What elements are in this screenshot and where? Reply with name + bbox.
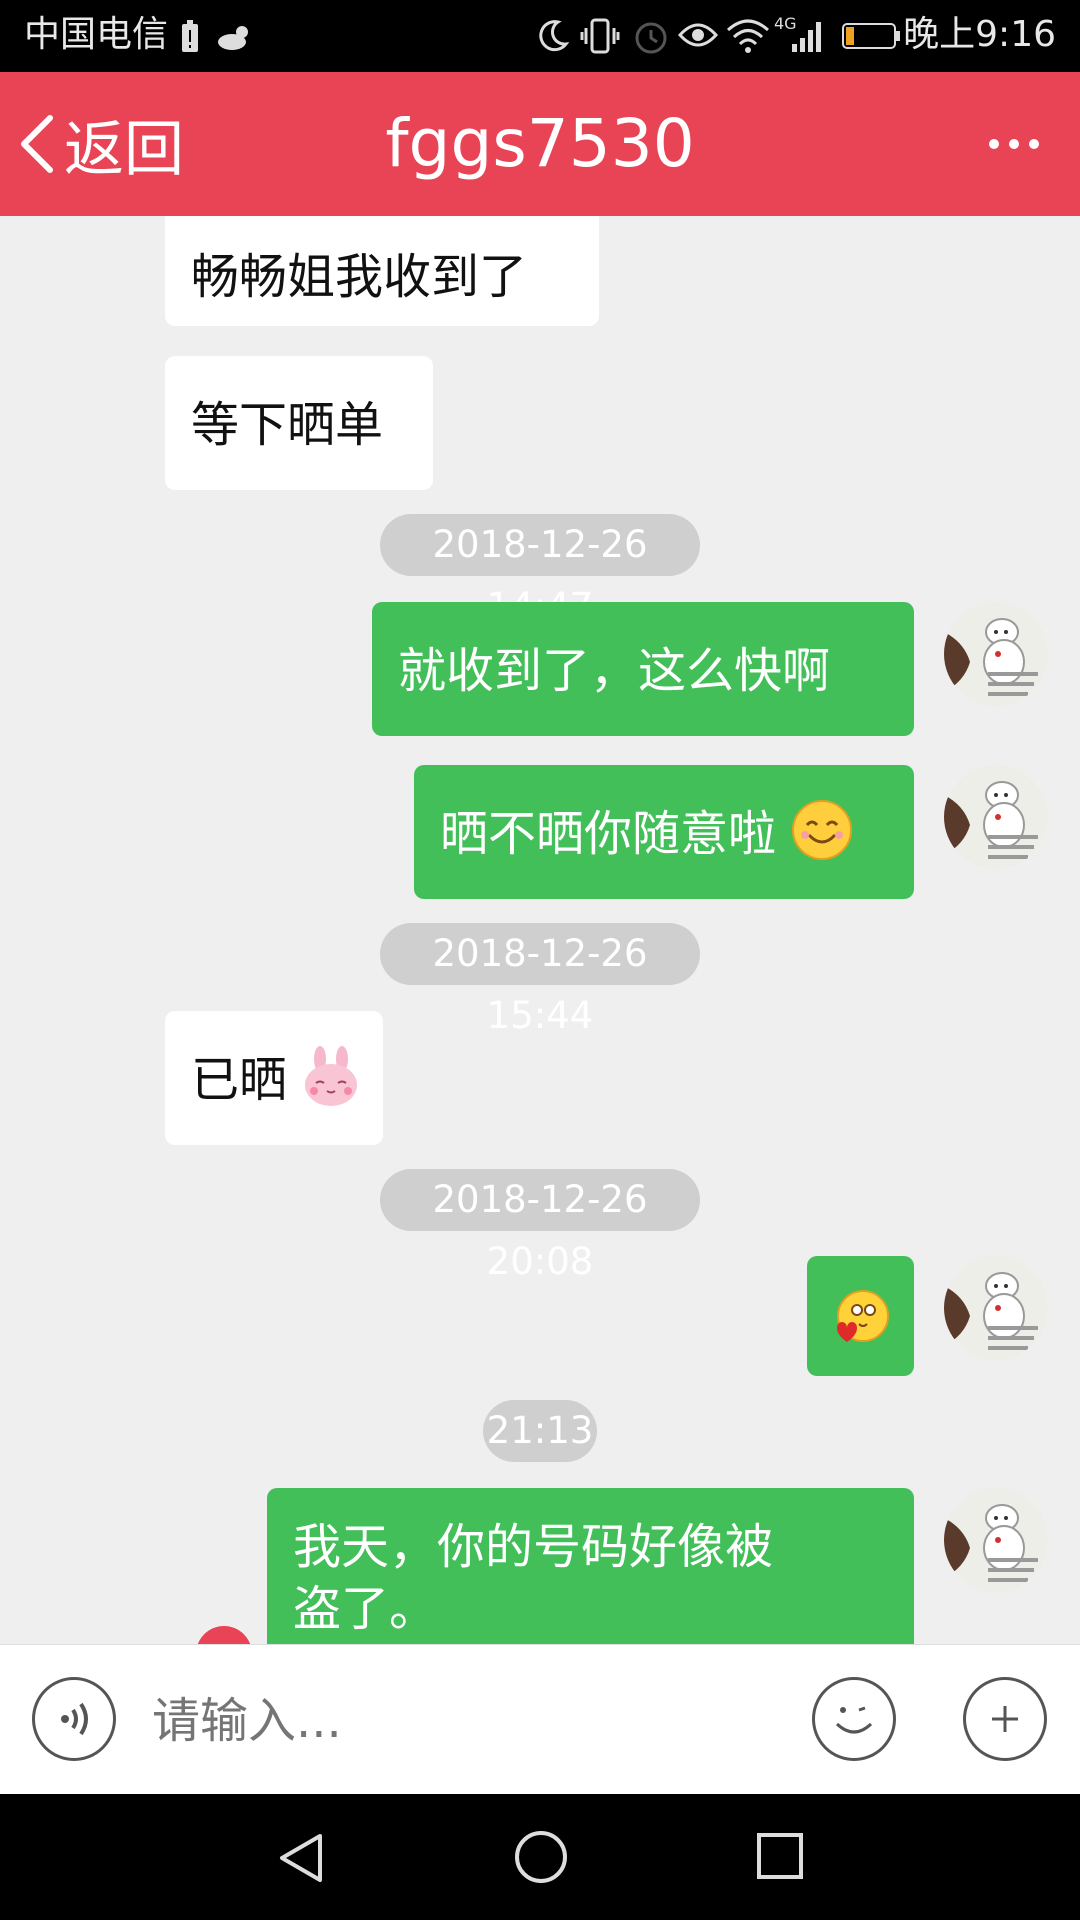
avatar[interactable] [944,765,1048,869]
outgoing-message[interactable]: 晒不晒你随意啦 [414,765,914,899]
status-bar: 中国电信 4G 晚上9:16 [0,0,1080,72]
moon-icon [539,20,570,52]
avatar[interactable] [944,1256,1048,1360]
send-failed-indicator[interactable] [196,1626,252,1644]
weather-icon [218,26,248,50]
chat-title: fggs7530 [385,105,695,182]
message-text: 等下晒单 [191,397,384,453]
message-text-line: 我天，你的号码好像被 [293,1519,774,1575]
vibrate-icon [580,18,620,54]
carrier-label: 中国电信 [24,14,169,55]
incoming-message[interactable]: 等下晒单 [165,356,433,490]
voice-icon [61,1702,88,1736]
wifi-icon [726,19,770,53]
eye-icon [678,23,718,47]
avatar[interactable] [944,1488,1048,1592]
message-list[interactable]: 畅畅姐我收到了 等下晒单 2018-12-26 14:47 就收到了，这么快啊 … [0,216,1080,1644]
timestamp-text: 2018-12-26 15:44 [432,932,648,1037]
timestamp-text: 2018-12-26 20:08 [432,1178,648,1283]
alarm-icon [635,22,667,54]
signal-icon [792,22,821,52]
timestamp-pill: 2018-12-26 15:44 [380,923,700,1037]
message-text: 就收到了，这么快啊 [398,643,831,699]
outgoing-message[interactable] [807,1256,914,1376]
avatar-image [944,1488,1048,1592]
smile-emoji-icon [792,800,853,860]
incoming-message[interactable]: 已晒 [165,1011,383,1145]
plus-button[interactable] [963,1677,1047,1761]
input-bar [0,1644,1080,1795]
timestamp-pill: 2018-12-26 14:47 [380,514,700,628]
battery-icon [842,23,900,49]
message-text-line: 盗了。 [293,1581,438,1637]
avatar[interactable] [944,602,1048,706]
emoji-button[interactable] [812,1677,896,1761]
message-text: 晒不晒你随意啦 [440,806,777,862]
incoming-message[interactable]: 畅畅姐我收到了 [165,216,599,326]
message-input[interactable] [150,1685,754,1757]
timestamp-text: 21:13 [486,1409,594,1452]
emoji-icon [835,1706,873,1734]
avatar-image [944,765,1048,869]
avatar-image [944,1256,1048,1360]
timestamp-pill: 21:13 [483,1400,597,1462]
system-nav-bar [0,1794,1080,1920]
outgoing-message[interactable]: 我天，你的号码好像被 盗了。 [267,1488,914,1644]
plus-icon [992,1706,1018,1732]
clock-label: 晚上9:16 [903,14,1056,55]
nav-recents-icon[interactable] [756,1832,804,1880]
more-icon[interactable] [988,128,1040,160]
nav-back-icon[interactable] [278,1832,324,1884]
pink-bunny-emoji-icon [305,1046,358,1106]
outgoing-message[interactable]: 就收到了，这么快啊 [372,602,914,736]
nav-home-icon[interactable] [514,1830,568,1884]
timestamp-pill: 2018-12-26 20:08 [380,1169,700,1283]
chat-header: 返回 fggs7530 [0,72,1080,216]
heart-face-emoji-icon [837,1290,889,1342]
message-text: 已晒 [191,1052,288,1108]
battery-alert-icon [182,20,198,52]
avatar-image [944,602,1048,706]
voice-button[interactable] [32,1677,116,1761]
message-text: 畅畅姐我收到了 [191,249,528,305]
